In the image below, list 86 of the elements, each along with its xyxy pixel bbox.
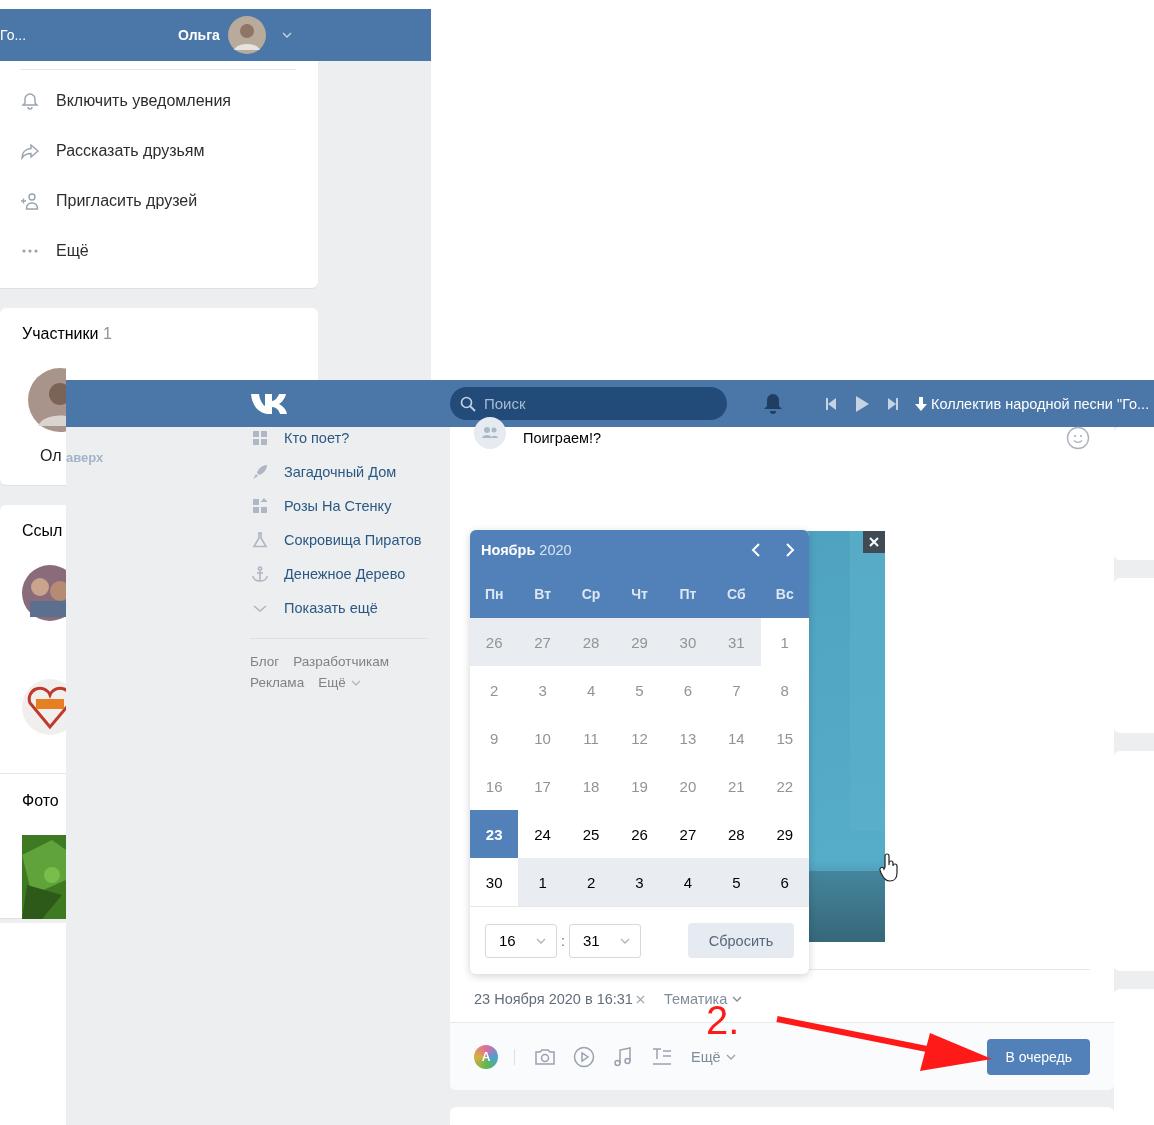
- search-icon: [460, 396, 476, 412]
- flask-icon: [250, 530, 270, 550]
- weekday-label: Ср: [580, 586, 602, 602]
- avatar-icon[interactable]: [227, 16, 266, 54]
- member-count: 1: [102, 325, 112, 342]
- hand-cursor-icon: [878, 853, 900, 883]
- footer-link[interactable]: Блог: [250, 654, 280, 669]
- caret-icon: [725, 1053, 736, 1060]
- action-item[interactable]: Включить уведомления: [20, 76, 318, 126]
- close-icon[interactable]: [863, 531, 885, 553]
- calendar-day[interactable]: 1: [518, 858, 567, 906]
- sidebar-item[interactable]: Показать ещё: [250, 591, 434, 625]
- caret-icon: [732, 996, 743, 1002]
- poster-button[interactable]: A: [474, 1044, 498, 1069]
- calendar-day[interactable]: 31: [712, 618, 761, 666]
- bell-icon[interactable]: [763, 392, 783, 415]
- weekday-label: Пт: [678, 586, 698, 602]
- member-name[interactable]: Ол: [40, 447, 62, 465]
- schedule-date[interactable]: 23 Ноября 2020 в 16:31: [474, 991, 633, 1007]
- card-title: Ссыл: [22, 522, 63, 540]
- calendar-day[interactable]: 5: [712, 858, 761, 906]
- minute-select[interactable]: 31: [568, 923, 641, 958]
- back-to-top-link[interactable]: аверх: [66, 450, 104, 465]
- group-avatar-icon: [474, 417, 506, 449]
- calendar-day[interactable]: 27: [518, 618, 567, 666]
- hour-select[interactable]: 16: [485, 923, 557, 958]
- footer-link[interactable]: Ещё: [318, 675, 361, 690]
- calendar-day[interactable]: 3: [615, 858, 664, 906]
- bell-icon: [20, 91, 40, 111]
- caret-icon: [536, 937, 546, 944]
- caret-icon: [619, 937, 630, 944]
- play-icon[interactable]: [572, 1044, 596, 1069]
- anchor-icon: [250, 564, 270, 584]
- calendar-day[interactable]: 23: [470, 810, 519, 858]
- calendar-day[interactable]: 29: [615, 618, 664, 666]
- action-item[interactable]: Ещё: [20, 226, 318, 276]
- footer-link[interactable]: Реклама: [250, 675, 305, 690]
- user-name[interactable]: Ольга: [178, 27, 220, 43]
- weekday-label: Сб: [726, 586, 747, 602]
- weekday-label: Вт: [533, 586, 553, 602]
- download-icon[interactable]: [915, 396, 927, 411]
- weekday-label: Чт: [630, 586, 649, 602]
- action-item[interactable]: Пригласить друзей: [20, 176, 318, 226]
- calendar-day[interactable]: 30: [663, 618, 713, 666]
- step-number: 2.: [706, 1004, 740, 1036]
- search-field[interactable]: Поиск: [450, 387, 727, 420]
- calendar-day[interactable]: 2: [566, 858, 616, 906]
- previous-month-icon[interactable]: [751, 542, 761, 558]
- footer-link[interactable]: Разработчикам: [293, 654, 389, 669]
- reset-button[interactable]: Сбросить: [688, 923, 794, 958]
- dots-icon: [22, 249, 38, 253]
- calendar-day[interactable]: 26: [470, 618, 519, 666]
- sidebar-item[interactable]: Розы На Стенку: [250, 489, 434, 523]
- weekday-label: Пн: [483, 586, 505, 602]
- card-title: Участники: [22, 325, 99, 342]
- play-icon[interactable]: [855, 395, 869, 412]
- calendar-day[interactable]: 6: [760, 858, 809, 906]
- calendar-day[interactable]: 4: [663, 858, 713, 906]
- topic-dropdown[interactable]: Тематика: [663, 991, 743, 1007]
- grid-plus-icon: [250, 496, 270, 516]
- sidebar-item[interactable]: Загадочный Дом: [250, 455, 434, 489]
- sidebar-item[interactable]: Сокровища Пиратов: [250, 523, 434, 557]
- logo-icon[interactable]: [250, 391, 290, 416]
- share-icon: [20, 141, 40, 161]
- next-icon[interactable]: [887, 396, 899, 411]
- post-text[interactable]: Поиграем!?: [523, 430, 602, 446]
- time-separator: :: [561, 932, 565, 949]
- more-dropdown[interactable]: Ещё: [691, 1048, 736, 1065]
- action-item[interactable]: Рассказать друзьям: [20, 126, 318, 176]
- weekday-label: Вс: [774, 586, 795, 602]
- caret-icon: [350, 679, 361, 686]
- month-title: Ноябрь 2020: [481, 542, 572, 558]
- rocket-icon: [250, 462, 270, 482]
- sidebar-item[interactable]: Кто поет?: [250, 421, 434, 455]
- caret-icon: [281, 32, 292, 38]
- smiley-icon[interactable]: [1066, 426, 1090, 450]
- now-playing[interactable]: Коллектив народной песни "Го...: [931, 395, 1150, 412]
- calendar-day[interactable]: 28: [566, 618, 616, 666]
- queue-button[interactable]: В очередь: [987, 1038, 1090, 1075]
- sidebar-item[interactable]: Денежное Дерево: [250, 557, 434, 591]
- next-month-icon[interactable]: [785, 542, 795, 558]
- invite-icon: [20, 191, 40, 211]
- grid-icon: [250, 428, 270, 448]
- card-title: Фото: [22, 792, 59, 810]
- previous-icon[interactable]: [825, 396, 837, 411]
- track-title: Го...: [0, 27, 28, 43]
